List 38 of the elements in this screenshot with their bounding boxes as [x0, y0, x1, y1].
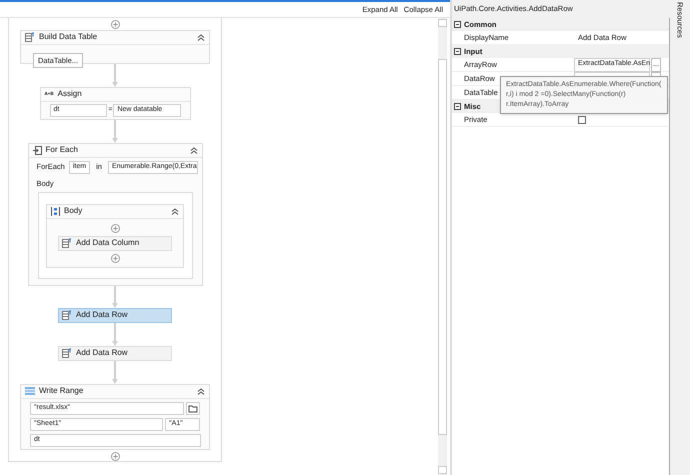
collapse-icon[interactable] [197, 388, 205, 395]
connector-arrow [112, 322, 118, 346]
activity-title: For Each [46, 144, 78, 156]
activity-title: Build Data Table [39, 31, 98, 44]
activity-title: Add Data Row [76, 347, 128, 360]
table-icon [62, 238, 72, 248]
spreadsheet-icon [25, 387, 35, 396]
connector-arrow [112, 286, 118, 308]
activity-title: Add Data Row [76, 309, 128, 322]
activity-title: Write Range [39, 385, 84, 398]
collapse-icon[interactable] [454, 103, 461, 110]
add-activity-icon[interactable] [110, 224, 120, 233]
add-activity-icon[interactable] [110, 254, 120, 263]
collapse-icon[interactable] [454, 48, 461, 55]
collapse-icon[interactable] [190, 146, 198, 154]
connector-arrow [112, 360, 118, 384]
activity-card[interactable]: Add Data Column [58, 236, 172, 251]
activity-title: Add Data Column [76, 237, 140, 250]
folder-icon[interactable] [186, 402, 200, 415]
scrollbar[interactable] [438, 18, 447, 475]
collapse-icon[interactable] [171, 208, 179, 215]
connector-arrow [112, 64, 118, 87]
loop-icon [32, 146, 42, 155]
connector-arrow [112, 120, 118, 143]
activity-card[interactable]: Add Data Row [58, 308, 172, 323]
activity-title: Body [64, 205, 82, 218]
activity-card[interactable]: Add Data Row [58, 346, 172, 361]
sequence-card[interactable]: Body Add Data Column [46, 204, 184, 268]
table-icon [25, 32, 35, 42]
activity-title: Assign [58, 88, 82, 100]
add-activity-icon[interactable] [110, 452, 120, 461]
sequence-icon [51, 206, 60, 216]
table-icon [62, 310, 72, 320]
collapse-icon[interactable] [197, 34, 205, 41]
collapse-icon[interactable] [454, 21, 461, 28]
private-checkbox[interactable] [578, 116, 586, 124]
table-icon [62, 348, 72, 358]
add-activity-icon[interactable] [110, 20, 120, 29]
